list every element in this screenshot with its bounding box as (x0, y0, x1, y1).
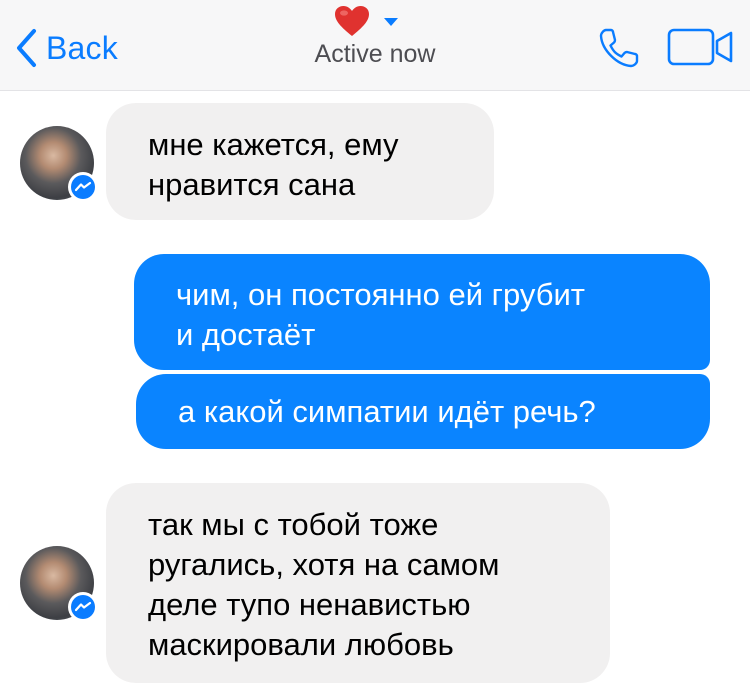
message-bubble-outgoing[interactable]: а какой симпатии идёт речь? (136, 374, 710, 449)
back-label: Back (46, 29, 118, 66)
video-camera-icon (667, 28, 735, 70)
message-line: нравится сана (148, 167, 356, 202)
message-bubble-incoming[interactable]: мне кажется, ему нравится сана (106, 103, 494, 220)
avatar[interactable] (20, 546, 98, 622)
call-button[interactable] (597, 26, 641, 75)
chat-header: Back Active now (0, 0, 750, 91)
heart-icon (333, 4, 371, 38)
message-line: деле тупо ненавистью (148, 587, 471, 622)
messenger-icon (68, 592, 98, 622)
message-line: а какой симпатии идёт речь? (178, 394, 596, 429)
active-status: Active now (314, 40, 436, 68)
video-call-button[interactable] (667, 28, 735, 71)
message-bubble-incoming[interactable]: так мы с тобой тоже ругались, хотя на са… (106, 483, 610, 683)
message-line: маскировали любовь (148, 627, 454, 662)
avatar[interactable] (20, 126, 98, 202)
message-line: мне кажется, ему (148, 127, 399, 162)
back-button[interactable]: Back (14, 26, 118, 70)
message-line: так мы с тобой тоже (148, 507, 439, 542)
message-line: ругались, хотя на самом (148, 547, 500, 582)
contact-name-button[interactable] (333, 4, 371, 38)
message-line: чим, он постоянно ей грубит (176, 277, 585, 312)
phone-icon (597, 28, 641, 74)
chevron-left-icon (14, 28, 38, 68)
message-bubble-outgoing[interactable]: чим, он постоянно ей грубит и достаёт (134, 254, 710, 370)
caret-down-icon[interactable] (384, 14, 398, 32)
message-line: и достаёт (176, 317, 316, 352)
messenger-icon (68, 172, 98, 202)
